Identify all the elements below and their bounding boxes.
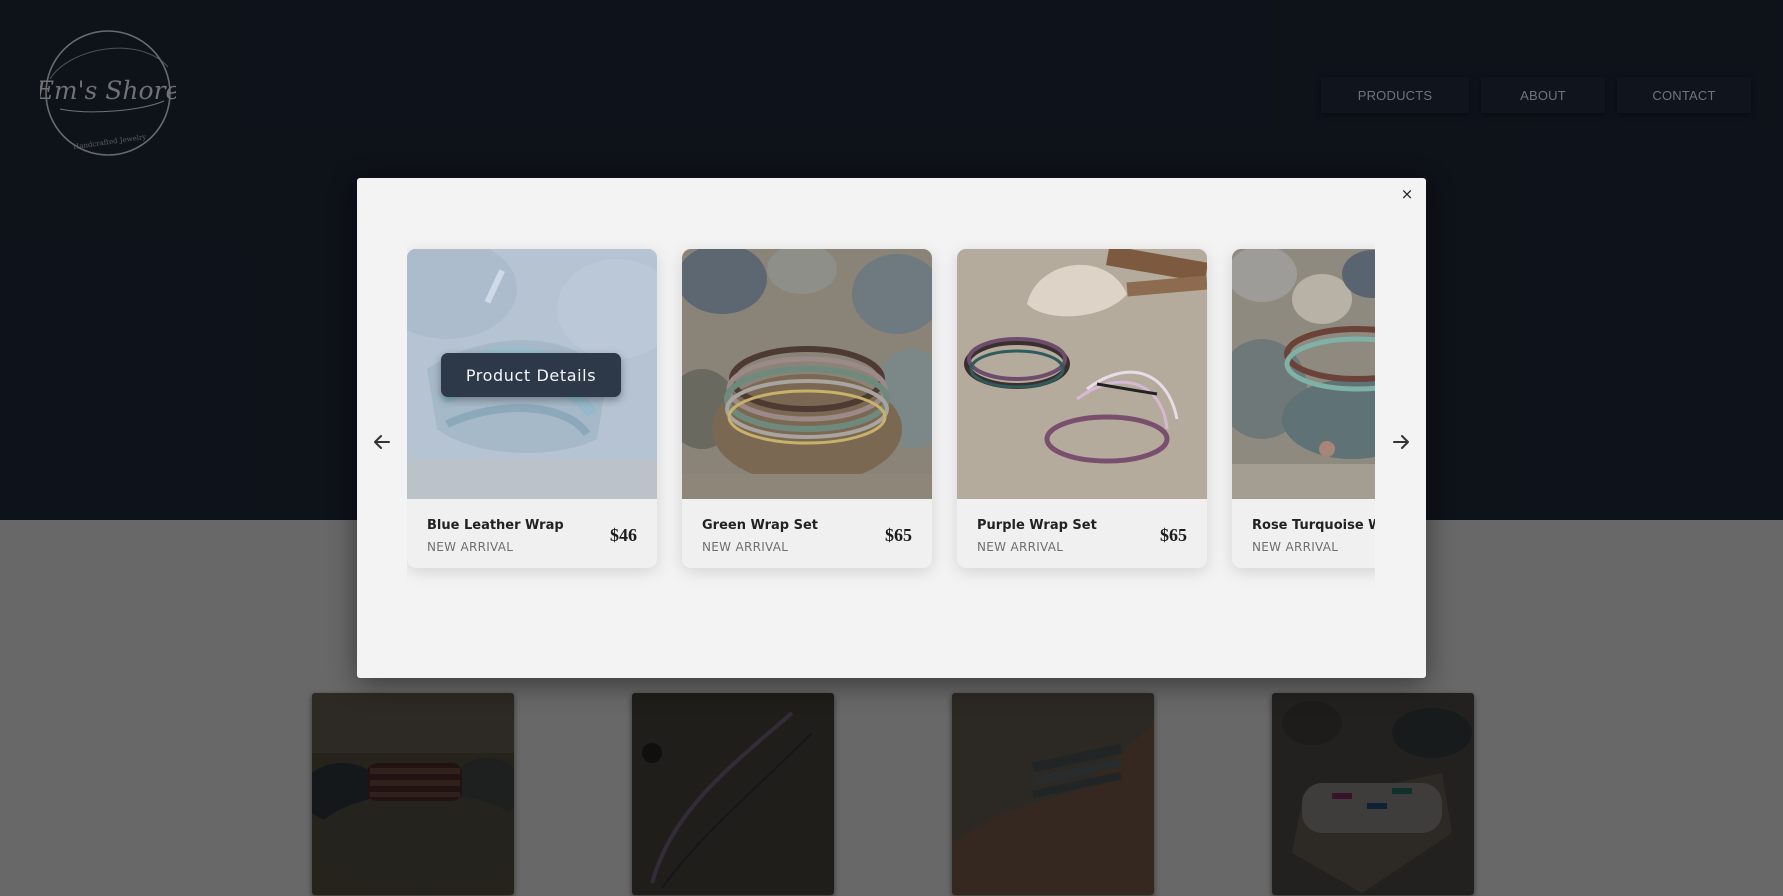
card-badge: NEW ARRIVAL [427, 540, 514, 554]
card-info: Blue Leather Wrap NEW ARRIVAL $46 [407, 499, 657, 568]
product-details-button[interactable]: Product Details [441, 353, 621, 397]
card-badge: NEW ARRIVAL [1252, 540, 1339, 554]
card-badge: NEW ARRIVAL [977, 540, 1064, 554]
close-icon[interactable]: × [1398, 185, 1416, 203]
card-title: Purple Wrap Set [977, 518, 1097, 533]
arrow-right-icon[interactable] [1390, 431, 1412, 453]
product-image [957, 249, 1207, 499]
card-title: Blue Leather Wrap [427, 518, 564, 533]
arrow-left-icon[interactable] [371, 431, 393, 453]
product-card[interactable]: Rose Turquoise Wrap NEW ARRIVAL [1232, 249, 1375, 568]
card-info: Green Wrap Set NEW ARRIVAL $65 [682, 499, 932, 568]
product-carousel: Product Details Blue Leather Wrap NEW AR… [407, 239, 1375, 609]
product-modal: × Product Details Blue Leather Wrap NEW … [357, 178, 1426, 678]
product-image [682, 249, 932, 499]
card-price: $46 [610, 525, 637, 545]
product-image [1232, 249, 1375, 499]
product-card[interactable]: Product Details Blue Leather Wrap NEW AR… [407, 249, 657, 568]
product-card[interactable]: Purple Wrap Set NEW ARRIVAL $65 [957, 249, 1207, 568]
product-card[interactable]: Green Wrap Set NEW ARRIVAL $65 [682, 249, 932, 568]
card-title: Rose Turquoise Wrap [1252, 518, 1375, 533]
card-info: Purple Wrap Set NEW ARRIVAL $65 [957, 499, 1207, 568]
card-title: Green Wrap Set [702, 518, 819, 533]
card-price: $65 [1160, 525, 1187, 545]
product-image: Product Details [407, 249, 657, 499]
card-badge: NEW ARRIVAL [702, 540, 789, 554]
card-info: Rose Turquoise Wrap NEW ARRIVAL [1232, 499, 1375, 568]
card-price: $65 [885, 525, 912, 545]
